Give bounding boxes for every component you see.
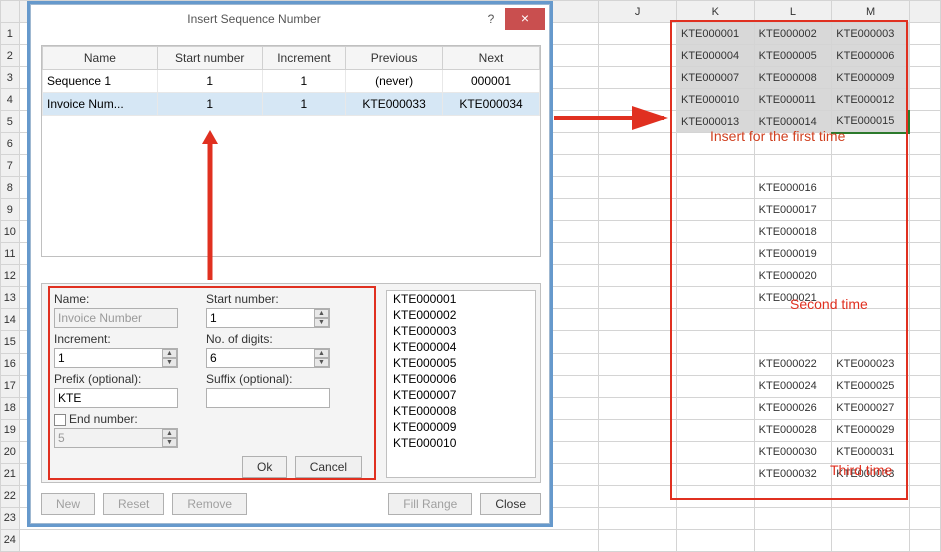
annotation-third-time: Third time <box>830 462 892 478</box>
spin-buttons[interactable]: ▲▼ <box>162 349 177 367</box>
cell[interactable]: KTE000028 <box>754 419 832 441</box>
cell[interactable]: KTE000030 <box>754 441 832 463</box>
reset-button[interactable]: Reset <box>103 493 164 515</box>
suffix-label: Suffix (optional): <box>206 372 330 386</box>
list-item: KTE000009 <box>387 419 535 435</box>
list-item: KTE000003 <box>387 323 535 339</box>
cancel-button[interactable]: Cancel <box>295 456 362 478</box>
cell[interactable]: KTE000031 <box>832 441 910 463</box>
col-header-m[interactable]: M <box>832 1 910 23</box>
col-next[interactable]: Next <box>443 47 540 70</box>
cell[interactable]: KTE000001 <box>677 23 755 45</box>
cell[interactable]: KTE000029 <box>832 419 910 441</box>
list-item: KTE000006 <box>387 371 535 387</box>
digits-label: No. of digits: <box>206 332 330 346</box>
list-item: KTE000005 <box>387 355 535 371</box>
insert-sequence-dialog: Insert Sequence Number ? × Name Start nu… <box>30 4 550 524</box>
col-start[interactable]: Start number <box>157 47 262 70</box>
sequences-table[interactable]: Name Start number Increment Previous Nex… <box>41 45 541 257</box>
col-previous[interactable]: Previous <box>346 47 443 70</box>
table-row[interactable]: Sequence 1 1 1 (never) 000001 <box>43 70 540 93</box>
help-button[interactable]: ? <box>477 8 505 30</box>
col-name[interactable]: Name <box>43 47 158 70</box>
start-number-input[interactable] <box>206 308 330 328</box>
cell[interactable]: KTE000005 <box>754 45 832 67</box>
cell[interactable]: KTE000009 <box>832 67 910 89</box>
spin-buttons[interactable]: ▲▼ <box>314 309 329 327</box>
fill-range-button[interactable]: Fill Range <box>388 493 472 515</box>
cell[interactable]: KTE000017 <box>754 199 832 221</box>
digits-input[interactable] <box>206 348 330 368</box>
annotation-first-time: Insert for the first time <box>710 128 845 144</box>
cell[interactable]: KTE000023 <box>832 353 910 375</box>
col-increment[interactable]: Increment <box>262 47 345 70</box>
end-number-label: End number: <box>54 412 178 426</box>
prefix-label: Prefix (optional): <box>54 372 178 386</box>
table-row-selected[interactable]: Invoice Num... 1 1 KTE000033 KTE000034 <box>43 93 540 116</box>
cell[interactable]: KTE000022 <box>754 353 832 375</box>
cell[interactable]: KTE000024 <box>754 375 832 397</box>
cell[interactable]: KTE000025 <box>832 375 910 397</box>
cell[interactable]: KTE000008 <box>754 67 832 89</box>
remove-button[interactable]: Remove <box>172 493 247 515</box>
new-button[interactable]: New <box>41 493 95 515</box>
dialog-footer: New Reset Remove Fill Range Close <box>41 493 541 515</box>
dialog-title: Insert Sequence Number <box>31 12 477 26</box>
cell[interactable]: KTE000012 <box>832 89 910 111</box>
preview-list[interactable]: KTE000001 KTE000002 KTE000003 KTE000004 … <box>386 290 536 478</box>
start-number-label: Start number: <box>206 292 330 306</box>
cell[interactable]: KTE000007 <box>677 67 755 89</box>
cell[interactable]: KTE000010 <box>677 89 755 111</box>
spin-buttons[interactable]: ▲▼ <box>314 349 329 367</box>
cell[interactable]: KTE000019 <box>754 243 832 265</box>
close-icon[interactable]: × <box>505 8 545 30</box>
annotation-second-time: Second time <box>790 296 868 312</box>
col-header-k[interactable]: K <box>677 1 755 23</box>
cell[interactable]: KTE000018 <box>754 221 832 243</box>
end-number-checkbox[interactable] <box>54 414 66 426</box>
list-item: KTE000002 <box>387 307 535 323</box>
cell[interactable]: KTE000026 <box>754 397 832 419</box>
titlebar: Insert Sequence Number ? × <box>31 5 549 33</box>
name-input[interactable] <box>54 308 178 328</box>
cell[interactable]: KTE000011 <box>754 89 832 111</box>
end-number-input[interactable] <box>54 428 178 448</box>
sequence-form: Name: Increment: ▲▼ Prefix (optional): E… <box>41 283 541 483</box>
cell[interactable]: KTE000032 <box>754 463 832 485</box>
list-item: KTE000010 <box>387 435 535 451</box>
name-label: Name: <box>54 292 178 306</box>
cell[interactable]: KTE000016 <box>754 177 832 199</box>
cell[interactable]: KTE000027 <box>832 397 910 419</box>
arrow-to-sheet-icon <box>554 108 674 131</box>
ok-button[interactable]: Ok <box>242 456 287 478</box>
spin-buttons[interactable]: ▲▼ <box>162 429 177 447</box>
list-item: KTE000001 <box>387 291 535 307</box>
cell[interactable]: KTE000002 <box>754 23 832 45</box>
cell[interactable]: KTE000020 <box>754 265 832 287</box>
list-item: KTE000007 <box>387 387 535 403</box>
arrow-up-icon <box>198 130 222 283</box>
prefix-input[interactable] <box>54 388 178 408</box>
list-item: KTE000008 <box>387 403 535 419</box>
list-item: KTE000004 <box>387 339 535 355</box>
col-header-l[interactable]: L <box>754 1 832 23</box>
increment-input[interactable] <box>54 348 178 368</box>
cell[interactable]: KTE000006 <box>832 45 910 67</box>
increment-label: Increment: <box>54 332 178 346</box>
cell[interactable]: KTE000003 <box>832 23 910 45</box>
close-button[interactable]: Close <box>480 493 541 515</box>
suffix-input[interactable] <box>206 388 330 408</box>
col-header-j[interactable]: J <box>599 1 677 23</box>
cell[interactable]: KTE000004 <box>677 45 755 67</box>
